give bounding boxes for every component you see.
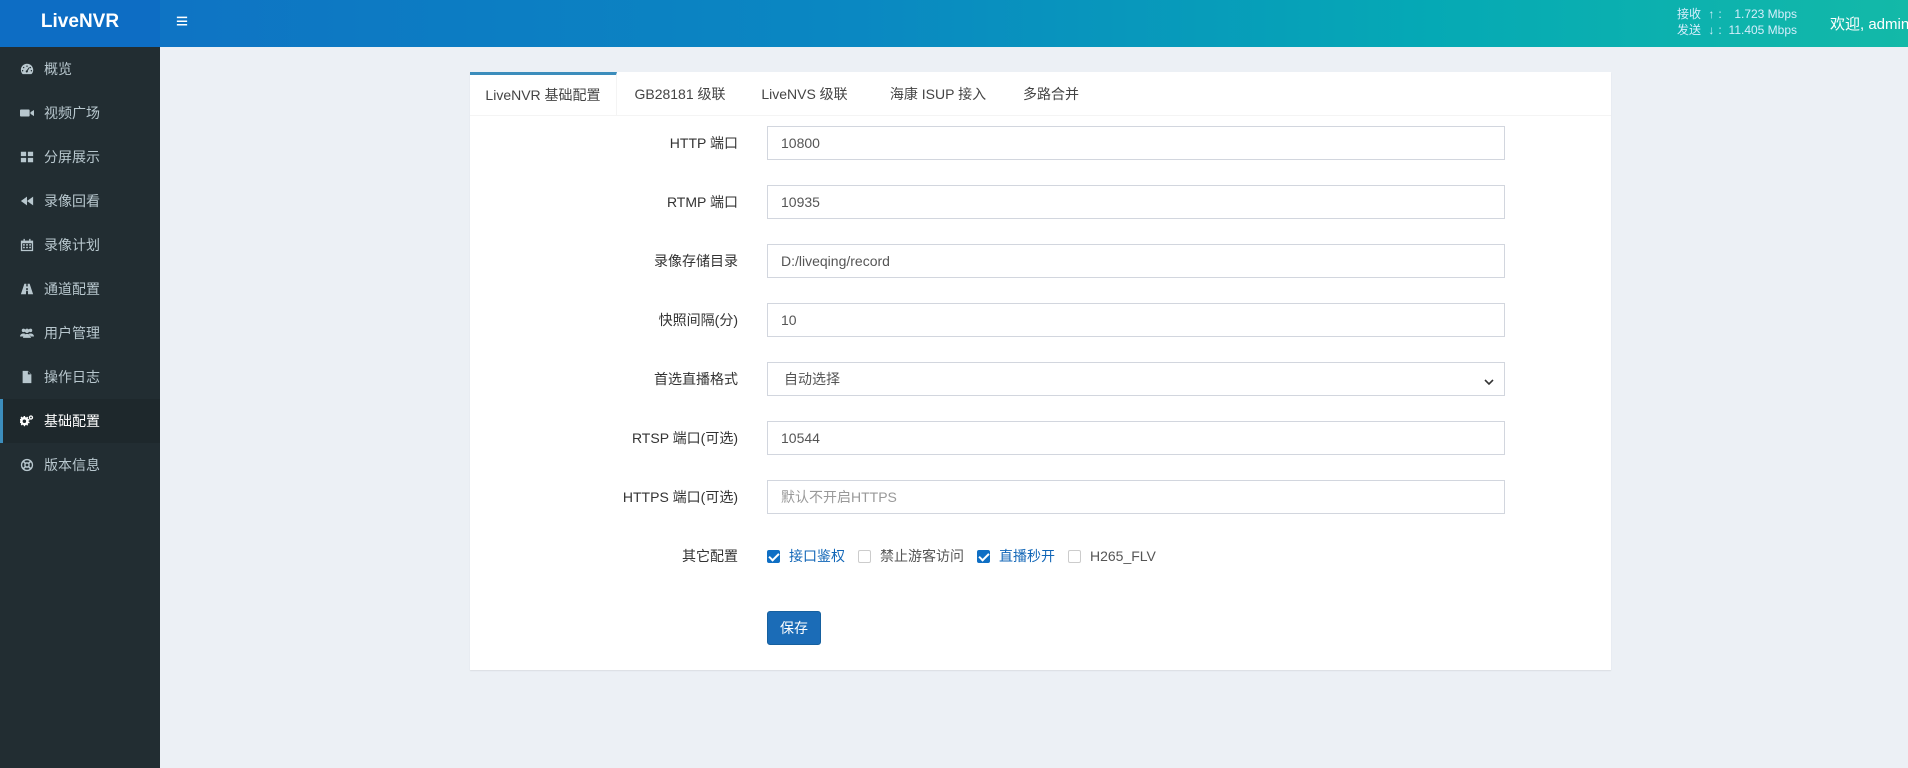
- tab-livenvr-basic-config[interactable]: LiveNVR 基础配置: [470, 72, 617, 115]
- live-format-select[interactable]: 自动选择: [767, 362, 1505, 396]
- chevron-down-icon: [1484, 374, 1494, 386]
- live-format-selected: 自动选择: [784, 371, 840, 387]
- tab-gb28181-cascade[interactable]: GB28181 级联: [633, 72, 727, 115]
- sidebar-item-channel-config[interactable]: 通道配置: [0, 267, 160, 311]
- receive-label: 接收: [1677, 7, 1702, 21]
- other-config-options: 接口鉴权 禁止游客访问 直播秒开 H265_FLV: [767, 546, 1169, 566]
- record-dir-label: 录像存储目录: [654, 253, 738, 269]
- video-camera-icon: [18, 106, 36, 120]
- arrow-up-icon: ↑: [1708, 7, 1715, 21]
- fast-live-checkbox[interactable]: [977, 549, 990, 563]
- calendar-icon: [18, 238, 36, 252]
- app-logo[interactable]: LiveNVR: [0, 0, 160, 47]
- https-port-label: HTTPS 端口(可选): [622, 489, 738, 505]
- rewind-icon: [18, 194, 36, 208]
- sidebar-item-label: 版本信息: [44, 457, 100, 473]
- sidebar-item-playback[interactable]: 录像回看: [0, 179, 160, 223]
- tab-livenvs-cascade[interactable]: LiveNVS 级联: [759, 72, 850, 115]
- lifebuoy-icon: [18, 458, 36, 472]
- https-port-input[interactable]: [767, 480, 1505, 514]
- receive-rate: 1.723 Mbps: [1734, 7, 1798, 21]
- http-port-label: HTTP 端口: [669, 135, 738, 151]
- save-button[interactable]: 保存: [767, 611, 821, 645]
- fast-live-label[interactable]: 直播秒开: [999, 546, 1055, 566]
- snapshot-interval-input[interactable]: [767, 303, 1505, 337]
- sidebar-item-user-management[interactable]: 用户管理: [0, 311, 160, 355]
- send-rate: 11.405 Mbps: [1728, 23, 1798, 37]
- sidebar-item-record-plan[interactable]: 录像计划: [0, 223, 160, 267]
- other-config-label: 其它配置: [682, 548, 738, 564]
- send-label: 发送: [1677, 23, 1702, 37]
- top-navbar: LiveNVR ≡ 接收 ↑: 1.723 Mbps 发送 ↓: 11.405 …: [0, 0, 1908, 47]
- users-icon: [18, 326, 36, 340]
- tab-hikvision-isup[interactable]: 海康 ISUP 接入: [886, 72, 990, 115]
- record-dir-input[interactable]: [767, 244, 1505, 278]
- no-guest-access-label[interactable]: 禁止游客访问: [880, 546, 964, 566]
- live-format-label: 首选直播格式: [654, 371, 738, 387]
- rtmp-port-input[interactable]: [767, 185, 1505, 219]
- sidebar-item-overview[interactable]: 概览: [0, 47, 160, 91]
- sidebar-item-label: 基础配置: [44, 413, 100, 429]
- h265-flv-label[interactable]: H265_FLV: [1090, 548, 1156, 564]
- rtsp-port-label: RTSP 端口(可选): [631, 430, 738, 446]
- sidebar-item-split-screen[interactable]: 分屏展示: [0, 135, 160, 179]
- sidebar-item-label: 录像计划: [44, 237, 100, 253]
- file-icon: [18, 370, 36, 384]
- dashboard-icon: [18, 62, 36, 76]
- sidebar-item-label: 操作日志: [44, 369, 100, 385]
- http-port-input[interactable]: [767, 126, 1505, 160]
- road-icon: [18, 282, 36, 296]
- bandwidth-monitor: 接收 ↑: 1.723 Mbps 发送 ↓: 11.405 Mbps: [1677, 7, 1798, 37]
- sidebar-item-operation-log[interactable]: 操作日志: [0, 355, 160, 399]
- sidebar-item-label: 通道配置: [44, 281, 100, 297]
- hamburger-icon[interactable]: ≡: [172, 11, 192, 32]
- snapshot-interval-label: 快照间隔(分): [658, 312, 738, 328]
- sidebar-item-label: 用户管理: [44, 325, 100, 341]
- config-panel: LiveNVR 基础配置 GB28181 级联 LiveNVS 级联 海康 IS…: [470, 72, 1611, 670]
- sidebar-item-version-info[interactable]: 版本信息: [0, 443, 160, 487]
- sidebar-item-video-square[interactable]: 视频广场: [0, 91, 160, 135]
- sidebar-item-label: 分屏展示: [44, 149, 100, 165]
- welcome-user[interactable]: 欢迎, admin: [1830, 13, 1908, 34]
- sidebar-item-label: 录像回看: [44, 193, 100, 209]
- tab-multi-merge[interactable]: 多路合并: [1021, 72, 1081, 115]
- config-tabs: LiveNVR 基础配置 GB28181 级联 LiveNVS 级联 海康 IS…: [470, 72, 1611, 116]
- sidebar-item-label: 视频广场: [44, 105, 100, 121]
- h265-flv-checkbox[interactable]: [1068, 549, 1081, 563]
- no-guest-access-checkbox[interactable]: [858, 549, 871, 563]
- grid-icon: [18, 150, 36, 164]
- rtsp-port-input[interactable]: [767, 421, 1505, 455]
- api-auth-checkbox[interactable]: [767, 549, 780, 563]
- arrow-down-icon: ↓: [1708, 23, 1715, 37]
- sidebar-item-basic-config[interactable]: 基础配置: [0, 399, 160, 443]
- api-auth-label[interactable]: 接口鉴权: [789, 546, 845, 566]
- sidebar: 概览 视频广场 分屏展示 录像回看 录像计划 通道配置 用户管理 操作日志 基础…: [0, 47, 160, 768]
- rtmp-port-label: RTMP 端口: [666, 194, 738, 210]
- cogs-icon: [18, 414, 36, 428]
- sidebar-item-label: 概览: [44, 61, 72, 77]
